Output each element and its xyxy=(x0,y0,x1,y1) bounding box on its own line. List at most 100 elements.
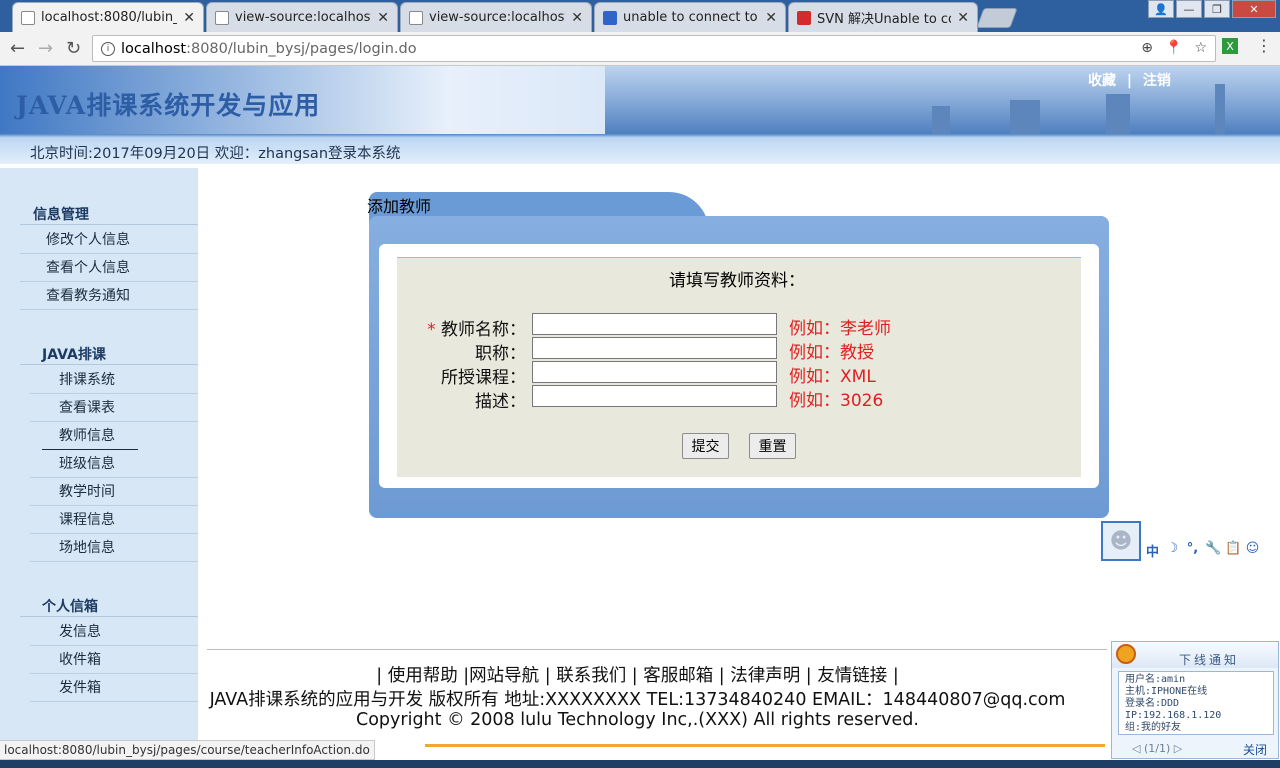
header-links: 收藏 | 注销 xyxy=(1085,70,1174,90)
browser-menu-icon[interactable]: ⋮ xyxy=(1256,36,1272,55)
logout-link[interactable]: 注销 xyxy=(1143,73,1171,89)
pin-icon[interactable]: 📍 xyxy=(1165,40,1182,56)
minimize-icon[interactable]: — xyxy=(1176,0,1202,18)
chinese-input-icon[interactable]: 中 xyxy=(1145,541,1160,560)
submit-button[interactable]: 提交 xyxy=(682,433,729,459)
site-title: JAVA排课系统开发与应用 xyxy=(16,91,321,120)
sidebar-item-notices[interactable]: 查看教务通知 xyxy=(20,282,198,310)
address-bar-icons: ⊕ 📍 ☆ xyxy=(1141,40,1207,56)
form-row-courses: 所授课程： 例如：XML xyxy=(397,361,1081,388)
footer-copyright: Copyright © 2008 lulu Technology Inc,.(X… xyxy=(356,710,919,730)
zoom-icon[interactable]: ⊕ xyxy=(1141,40,1153,56)
maximize-icon[interactable]: ❐ xyxy=(1204,0,1230,18)
notice-pager[interactable]: ◁ (1/1) ▷ xyxy=(1132,742,1182,755)
sidebar-group-title: 个人信箱 xyxy=(42,599,98,615)
sidebar-item-view-profile[interactable]: 查看个人信息 xyxy=(20,254,198,282)
field-label: 描述： xyxy=(475,392,526,412)
footer-accent-line xyxy=(425,744,1105,747)
browser-tab-3[interactable]: view-source:localhost:8 ✕ xyxy=(400,2,592,32)
tab-close-icon[interactable]: ✕ xyxy=(183,10,195,26)
notice-line: 登录名:DDD xyxy=(1125,698,1180,709)
browser-tab-4[interactable]: unable to connect to a ✕ xyxy=(594,2,786,32)
sidebar-item-send-message[interactable]: 发信息 xyxy=(30,618,198,646)
avatar[interactable]: ☻ xyxy=(1101,521,1141,561)
clipboard-icon[interactable]: 📋 xyxy=(1225,541,1241,560)
back-arrow-icon[interactable]: ← xyxy=(10,38,25,59)
notice-line: 组:我的好友 xyxy=(1125,722,1182,733)
smiley-icon[interactable]: ☺ xyxy=(1245,541,1260,560)
footer-info: JAVA排课系统的应用与开发 版权所有 地址:XXXXXXXX TEL:1373… xyxy=(209,690,1066,710)
address-bar[interactable]: i localhost:8080/lubin_bysj/pages/login.… xyxy=(92,35,1216,62)
moon-icon[interactable]: ☽ xyxy=(1165,541,1180,560)
page-favicon-icon xyxy=(409,10,423,25)
tab-close-icon[interactable]: ✕ xyxy=(765,10,777,26)
wrench-icon[interactable]: 🔧 xyxy=(1205,541,1221,560)
sidebar-item-teacher-info[interactable]: 教师信息 xyxy=(42,422,138,450)
panel-title: 添加教师 xyxy=(367,197,432,216)
window-close-icon[interactable]: ✕ xyxy=(1232,0,1276,18)
page-favicon-icon xyxy=(215,10,229,25)
tab-close-icon[interactable]: ✕ xyxy=(377,10,389,26)
csdn-favicon-icon xyxy=(797,10,811,25)
tab-label: view-source:localhost:8 xyxy=(235,10,371,25)
notice-line: 用户名:amin xyxy=(1125,674,1186,685)
favorite-link[interactable]: 收藏 xyxy=(1088,73,1116,89)
extension-icon[interactable]: X xyxy=(1222,38,1238,54)
form-row-description: 描述： 例如：3026 xyxy=(397,385,1081,412)
window-controls: 👤 — ❐ ✕ xyxy=(1148,0,1276,18)
teacher-name-input[interactable] xyxy=(532,313,777,335)
reload-icon[interactable]: ↻ xyxy=(66,38,81,59)
courses-input[interactable] xyxy=(532,361,777,383)
sidebar-divider xyxy=(20,364,198,365)
reset-button[interactable]: 重置 xyxy=(749,433,796,459)
footer-divider xyxy=(207,649,1107,650)
browser-toolbar: ← → ↻ i localhost:8080/lubin_bysj/pages/… xyxy=(0,32,1280,66)
description-input[interactable] xyxy=(532,385,777,407)
new-tab-button[interactable] xyxy=(976,8,1018,28)
sidebar-item-class-info[interactable]: 班级信息 xyxy=(30,450,198,478)
notice-body: 用户名:amin 主机:IPHONE在线 登录名:DDD IP:192.168.… xyxy=(1118,671,1274,735)
sidebar: 信息管理 修改个人信息 查看个人信息 查看教务通知 JAVA排课 排课系统 查看… xyxy=(0,168,198,740)
punctuation-icon[interactable]: °, xyxy=(1185,541,1200,560)
forward-arrow-icon[interactable]: → xyxy=(38,38,53,59)
sidebar-group-title: JAVA排课 xyxy=(42,347,106,363)
url-path: :8080/lubin_bysj/pages/login.do xyxy=(186,40,417,57)
notice-header: 下线通知 xyxy=(1112,642,1278,668)
notice-line: IP:192.168.1.120 xyxy=(1125,710,1222,721)
page-favicon-icon xyxy=(21,10,35,25)
tab-close-icon[interactable]: ✕ xyxy=(957,10,969,26)
os-taskbar xyxy=(0,760,1280,768)
sidebar-item-timetable[interactable]: 查看课表 xyxy=(30,394,198,422)
bookmark-star-icon[interactable]: ☆ xyxy=(1194,40,1207,56)
tab-label: localhost:8080/lubin_b xyxy=(41,10,178,25)
title-input[interactable] xyxy=(532,337,777,359)
notice-close-link[interactable]: 关闭 xyxy=(1243,741,1267,758)
browser-tab-2[interactable]: view-source:localhost:8 ✕ xyxy=(206,2,398,32)
url-host: localhost xyxy=(121,40,187,57)
form-heading: 请填写教师资料： xyxy=(669,271,805,291)
offline-notice-popup: 下线通知 用户名:amin 主机:IPHONE在线 登录名:DDD IP:192… xyxy=(1111,641,1279,759)
sidebar-item-venue-info[interactable]: 场地信息 xyxy=(30,534,198,562)
site-info-icon[interactable]: i xyxy=(101,41,115,56)
form-row-teacher-name: * 教师名称： 例如：李老师 xyxy=(397,313,1081,340)
footer-links[interactable]: | 使用帮助 |网站导航 | 联系我们 | 客服邮箱 | 法律声明 | 友情链接… xyxy=(0,662,1275,687)
field-hint: 例如：XML xyxy=(789,367,876,387)
browser-tab-5[interactable]: SVN 解决Unable to cor ✕ xyxy=(788,2,978,32)
sidebar-divider xyxy=(20,224,198,225)
tab-label: view-source:localhost:8 xyxy=(429,10,565,25)
sidebar-group-title: 信息管理 xyxy=(33,207,89,223)
browser-tab-1[interactable]: localhost:8080/lubin_b ✕ xyxy=(12,2,204,32)
field-hint: 例如：李老师 xyxy=(789,319,891,339)
tab-label: SVN 解决Unable to cor xyxy=(817,12,952,27)
tab-label: unable to connect to a xyxy=(623,10,760,25)
field-hint: 例如：教授 xyxy=(789,343,874,363)
sidebar-item-course-info[interactable]: 课程信息 xyxy=(30,506,198,534)
tab-close-icon[interactable]: ✕ xyxy=(571,10,583,26)
sidebar-item-edit-profile[interactable]: 修改个人信息 xyxy=(20,226,198,254)
sidebar-item-scheduling[interactable]: 排课系统 xyxy=(30,366,198,394)
sidebar-item-teaching-time[interactable]: 教学时间 xyxy=(30,478,198,506)
qq-penguin-icon xyxy=(1116,644,1136,664)
im-toolbar: 中 ☽ °, 🔧 📋 ☺ xyxy=(1145,541,1260,560)
user-profile-icon[interactable]: 👤 xyxy=(1148,0,1174,18)
paw-favicon-icon xyxy=(603,10,617,25)
